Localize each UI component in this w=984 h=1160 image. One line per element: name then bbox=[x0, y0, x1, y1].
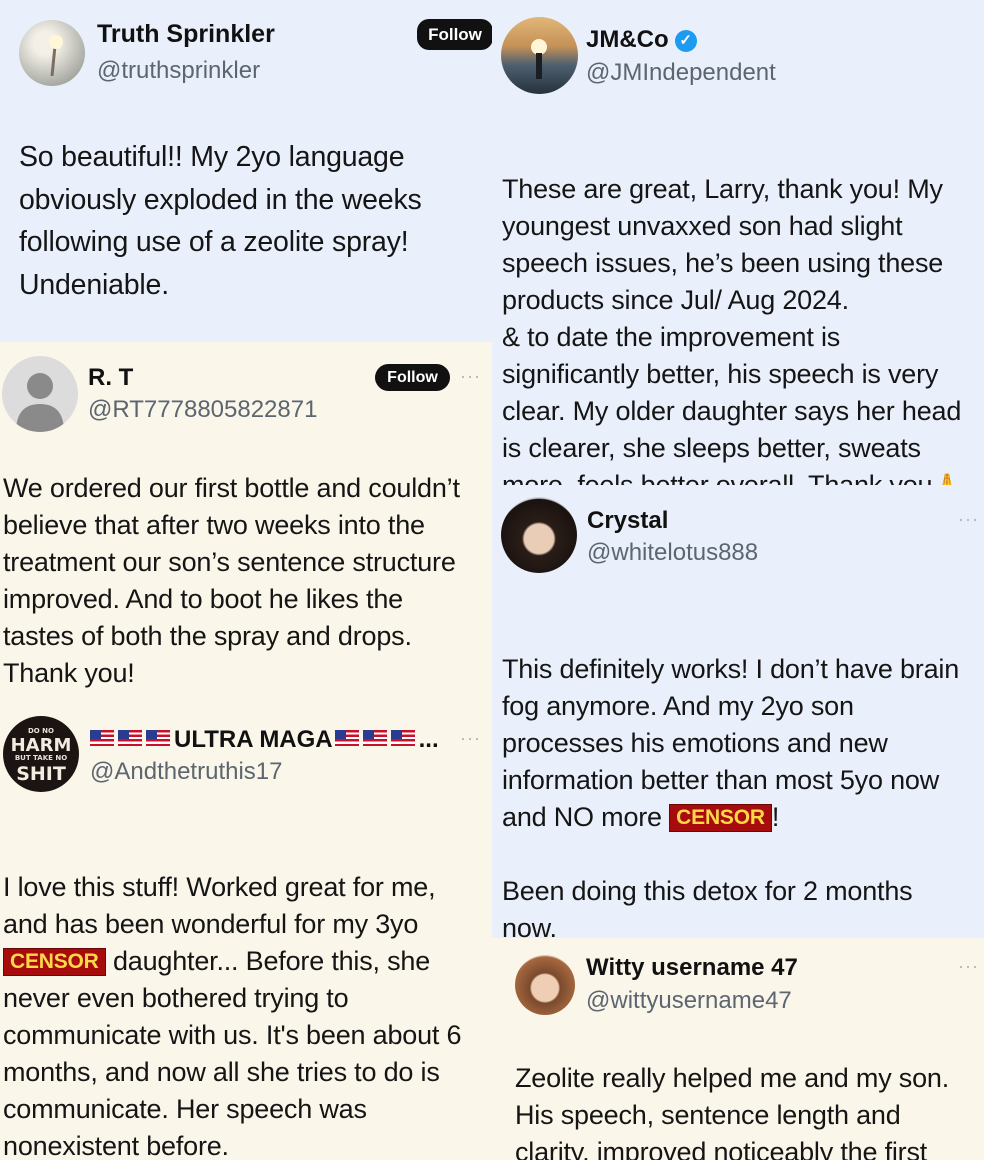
handle[interactable]: @RT7778805822871 bbox=[88, 396, 317, 424]
display-name[interactable]: JM&Co ✓ bbox=[586, 26, 697, 54]
handle[interactable]: @JMIndependent bbox=[586, 59, 776, 87]
post-jmco: JM&Co ✓ @JMIndependent These are great, L… bbox=[492, 0, 984, 485]
svg-text:SHIT: SHIT bbox=[16, 763, 66, 785]
svg-text:BUT TAKE NO: BUT TAKE NO bbox=[15, 754, 67, 762]
more-options-icon[interactable]: ··· bbox=[958, 509, 979, 530]
display-name-text: ULTRA MAGA bbox=[174, 726, 333, 753]
post-text-part: daughter... Before this, she never even … bbox=[3, 946, 462, 1160]
avatar[interactable] bbox=[501, 497, 577, 573]
avatar[interactable] bbox=[2, 356, 78, 432]
display-name[interactable]: Crystal bbox=[587, 507, 668, 535]
avatar[interactable] bbox=[501, 17, 578, 94]
user-placeholder-icon bbox=[16, 373, 64, 432]
more-options-icon[interactable]: ··· bbox=[460, 366, 481, 387]
avatar[interactable] bbox=[515, 955, 575, 1015]
post-text: These are great, Larry, thank you! My yo… bbox=[502, 134, 962, 485]
avatar[interactable] bbox=[19, 20, 85, 86]
censor-badge: CENSOR bbox=[3, 948, 106, 976]
follow-button[interactable]: Follow bbox=[375, 364, 450, 391]
display-name[interactable]: Witty username 47 bbox=[586, 954, 798, 982]
display-name-text: JM&Co bbox=[586, 26, 669, 53]
post-text: I love this stuff! Worked great for me, … bbox=[3, 832, 462, 1160]
sparkler-icon bbox=[49, 35, 63, 77]
handle[interactable]: @wittyusername47 bbox=[586, 987, 792, 1015]
name-truncation: ... bbox=[418, 726, 439, 753]
handle[interactable]: @whitelotus888 bbox=[587, 539, 758, 567]
svg-text:DO NO: DO NO bbox=[28, 727, 54, 735]
display-name[interactable]: Truth Sprinkler bbox=[97, 20, 275, 49]
handle[interactable]: @Andthetruthis17 bbox=[90, 758, 282, 786]
us-flag-icon bbox=[118, 730, 142, 746]
post-ultramaga: DO NO HARM BUT TAKE NO SHIT ULTRA MAGA..… bbox=[0, 702, 492, 1160]
display-name[interactable]: R. T bbox=[88, 364, 133, 392]
us-flag-icon bbox=[362, 730, 387, 746]
post-witty: Witty username 47 @wittyusername47 ··· Z… bbox=[492, 938, 984, 1160]
display-name[interactable]: ULTRA MAGA... bbox=[90, 726, 439, 754]
post-truthsprinkler: Truth Sprinkler @truthsprinkler Follow S… bbox=[0, 0, 492, 342]
praying-hands-icon: 🙏 bbox=[932, 473, 962, 485]
svg-text:HARM: HARM bbox=[11, 735, 72, 756]
post-text-part: These are great, Larry, thank you! My yo… bbox=[502, 174, 962, 485]
handle[interactable]: @truthsprinkler bbox=[97, 57, 260, 85]
avatar[interactable]: DO NO HARM BUT TAKE NO SHIT bbox=[3, 716, 79, 792]
verified-badge-icon: ✓ bbox=[674, 30, 697, 52]
us-flag-icon bbox=[390, 730, 415, 746]
follow-button[interactable]: Follow bbox=[417, 19, 492, 50]
us-flag-icon bbox=[334, 730, 359, 746]
logo-image: DO NO HARM BUT TAKE NO SHIT bbox=[11, 727, 72, 785]
post-text: We ordered our first bottle and couldn’t… bbox=[3, 473, 460, 688]
post-rt: R. T @RT7778805822871 Follow ··· We orde… bbox=[0, 342, 492, 702]
more-options-icon[interactable]: ··· bbox=[460, 728, 481, 749]
post-text-part: I love this stuff! Worked great for me, … bbox=[3, 872, 436, 939]
censor-badge: CENSOR bbox=[669, 804, 772, 832]
more-options-icon[interactable]: ··· bbox=[958, 956, 979, 977]
post-text: So beautiful!! My 2yo language obviously… bbox=[19, 141, 422, 301]
us-flag-icon bbox=[146, 730, 170, 746]
post-text: This definitely works! I don’t have brai… bbox=[502, 614, 959, 938]
us-flag-icon bbox=[90, 730, 114, 746]
post-text: Zeolite really helped me and my son. His… bbox=[515, 1063, 950, 1160]
sunset-silhouette-image bbox=[531, 39, 547, 79]
post-crystal: Crystal @whitelotus888 ··· This definite… bbox=[492, 485, 984, 938]
